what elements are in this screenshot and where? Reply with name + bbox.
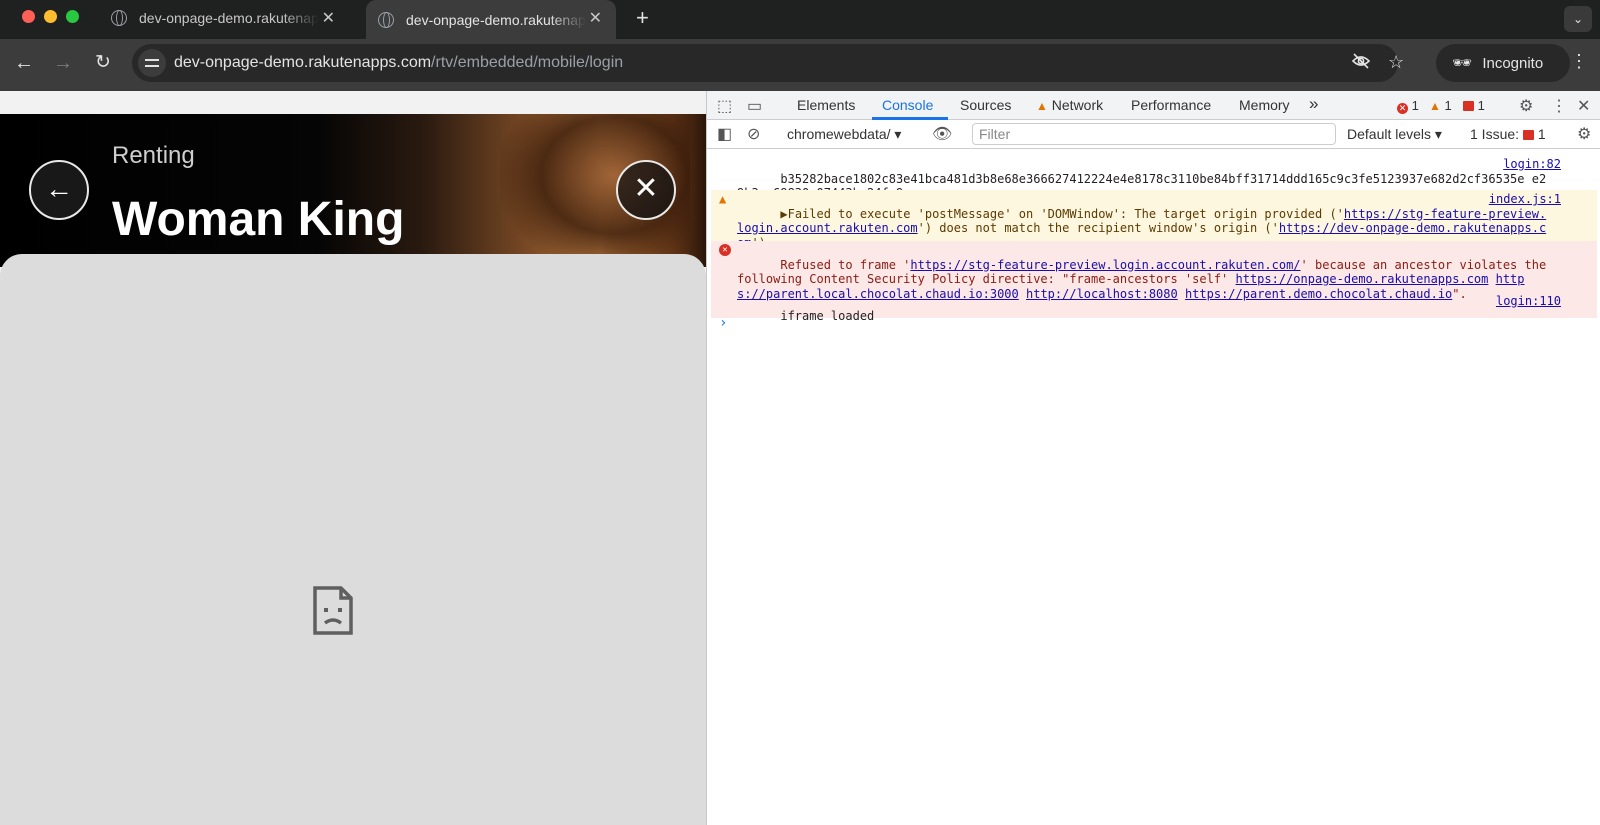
more-tabs-button[interactable]: »	[1309, 94, 1318, 114]
incognito-button[interactable]: 🕶 Incognito	[1436, 44, 1570, 82]
devtools-panel: ⬚ ▭ Elements Console Sources ▲ Network P…	[706, 91, 1600, 825]
source-link[interactable]: index.js:1	[1489, 192, 1561, 207]
warning-icon: ▲	[719, 192, 727, 206]
hero-subtitle: Renting	[112, 142, 195, 169]
sad-page-icon	[313, 586, 353, 635]
tab-title: dev-onpage-demo.rakutenapps.com	[139, 10, 319, 26]
close-tab-icon[interactable]: ✕	[589, 8, 602, 28]
warning-count[interactable]: ▲ 1	[1429, 98, 1452, 113]
tab-title: dev-onpage-demo.rakutenapps.com	[406, 11, 586, 28]
message-link[interactable]: https://stg-feature-preview.login.accoun…	[910, 258, 1300, 272]
hero-banner: ← Renting Woman King ✕	[0, 114, 706, 267]
context-value: chromewebdata/	[787, 126, 891, 142]
close-button[interactable]: ✕	[616, 160, 676, 220]
globe-icon	[378, 11, 394, 28]
issues-count: 1	[1537, 126, 1546, 142]
expand-arrow-icon[interactable]: ▶	[780, 207, 787, 221]
reload-button[interactable]: ↻	[91, 51, 115, 75]
browser-tab[interactable]: dev-onpage-demo.rakutenapps.com ✕	[99, 0, 349, 36]
bookmark-star-icon[interactable]: ☆	[1388, 52, 1404, 73]
console-log-message: iframe loaded login:110	[711, 292, 1597, 354]
issue-count-value: 1	[1477, 98, 1485, 113]
log-levels-dropdown[interactable]: Default levels ▾	[1347, 126, 1442, 143]
browser-menu-icon[interactable]: ⋮	[1570, 51, 1588, 72]
warning-icon: ▲	[1429, 99, 1441, 113]
issues-button[interactable]: 1 Issue: 1	[1470, 126, 1546, 142]
inspect-element-icon[interactable]: ⬚	[717, 96, 732, 116]
forward-button[interactable]: →	[51, 51, 75, 75]
console-toolbar: ◧ ⊘ chromewebdata/ ▾ 👁 Filter Default le…	[707, 120, 1600, 149]
minimize-window-button[interactable]	[44, 10, 57, 23]
filter-input[interactable]: Filter	[972, 123, 1336, 145]
message-text: Failed to execute 'postMessage' on 'DOMW…	[787, 206, 1344, 221]
hero-title: Woman King	[112, 193, 405, 246]
message-text: Refused to frame '	[780, 257, 911, 272]
maximize-window-button[interactable]	[66, 10, 79, 23]
page-viewport: ← Renting Woman King ✕	[0, 91, 706, 825]
tab-performance[interactable]: Performance	[1131, 97, 1211, 113]
warning-icon: ▲	[1036, 99, 1048, 113]
issue-icon	[1522, 130, 1534, 140]
console-messages: b35282bace1802c83e41bca481d3b8e68e366627…	[707, 149, 1600, 825]
source-link[interactable]: login:82	[1503, 157, 1561, 172]
back-arrow-button[interactable]: ←	[29, 160, 89, 220]
tab-elements[interactable]: Elements	[797, 97, 855, 113]
url-host: dev-onpage-demo.rakutenapps.com	[174, 54, 432, 71]
context-selector[interactable]: chromewebdata/ ▾	[787, 126, 901, 143]
address-bar[interactable]: dev-onpage-demo.rakutenapps.com/rtv/embe…	[132, 44, 1404, 82]
globe-icon	[111, 10, 127, 26]
close-devtools-icon[interactable]: ✕	[1577, 96, 1590, 116]
error-icon: ✕	[1397, 103, 1408, 114]
console-prompt[interactable]: ›	[719, 315, 727, 331]
sidebar-toggle-icon[interactable]: ◧	[717, 124, 732, 144]
error-icon: ✕	[719, 244, 731, 256]
url-path: /rtv/embedded/mobile/login	[431, 54, 624, 71]
tab-search-button[interactable]: ⌄	[1564, 6, 1592, 32]
error-count[interactable]: ✕ 1	[1397, 98, 1419, 114]
tab-network[interactable]: ▲ Network	[1036, 97, 1103, 113]
message-text: ') does not match the recipient window's…	[917, 221, 1279, 235]
tab-console[interactable]: Console	[882, 97, 933, 113]
tracking-protection-icon[interactable]	[1351, 52, 1371, 75]
close-window-button[interactable]	[22, 10, 35, 23]
message-link[interactable]: https://onpage-demo.rakutenapps.com	[1236, 272, 1489, 286]
issue-count[interactable]: 1	[1463, 98, 1485, 113]
live-expression-eye-icon[interactable]: 👁	[932, 124, 952, 144]
log-levels-label: Default levels	[1347, 126, 1432, 142]
tab-strip: dev-onpage-demo.rakutenapps.com ✕ dev-on…	[0, 0, 1600, 39]
clear-console-icon[interactable]: ⊘	[747, 124, 760, 144]
console-settings-gear-icon[interactable]: ⚙	[1577, 124, 1591, 144]
issues-label: 1 Issue:	[1470, 126, 1520, 142]
tab-network-label: Network	[1051, 97, 1104, 113]
new-tab-button[interactable]: +	[636, 5, 649, 31]
browser-toolbar: ← → ↻ dev-onpage-demo.rakutenapps.com/rt…	[0, 39, 1600, 91]
tab-memory[interactable]: Memory	[1239, 97, 1290, 113]
message-text: iframe loaded	[780, 308, 875, 323]
issue-icon	[1463, 101, 1474, 111]
close-tab-icon[interactable]: ✕	[322, 8, 335, 28]
login-iframe-sheet	[0, 254, 706, 825]
back-button[interactable]: ←	[12, 51, 36, 75]
source-link[interactable]: login:110	[1496, 294, 1561, 309]
device-toolbar-icon[interactable]: ▭	[747, 96, 762, 116]
incognito-icon: 🕶	[1452, 55, 1473, 72]
devtools-tabbar: ⬚ ▭ Elements Console Sources ▲ Network P…	[707, 91, 1600, 120]
settings-gear-icon[interactable]: ⚙	[1519, 96, 1533, 116]
site-info-icon[interactable]	[138, 49, 166, 77]
error-count-value: 1	[1411, 98, 1419, 113]
devtools-menu-icon[interactable]: ⋮	[1551, 96, 1567, 116]
browser-tab-active[interactable]: dev-onpage-demo.rakutenapps.com ✕	[366, 0, 616, 39]
tab-sources[interactable]: Sources	[960, 97, 1011, 113]
incognito-label: Incognito	[1482, 54, 1544, 72]
warning-count-value: 1	[1444, 98, 1452, 113]
url-text[interactable]: dev-onpage-demo.rakutenapps.com/rtv/embe…	[174, 54, 623, 72]
